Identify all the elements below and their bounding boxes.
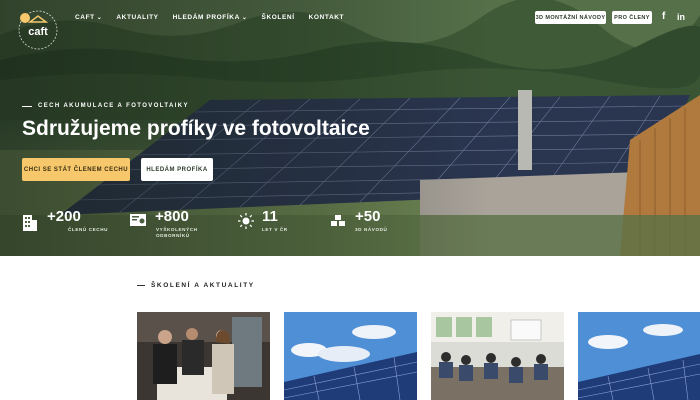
cubes-icon	[331, 215, 345, 226]
linkedin-icon[interactable]: in	[677, 12, 685, 22]
hero-kicker-text: CECH AKUMULACE A FOTOVOLTAIKY	[38, 103, 189, 109]
nav-item-hledam-profika[interactable]: HLEDÁM PROFÍKA ⌄	[173, 14, 248, 21]
news-kicker-text: ŠKOLENÍ A AKTUALITY	[151, 282, 255, 289]
kicker-line	[137, 285, 145, 286]
nav-item-kontakt[interactable]: KONTAKT	[309, 14, 345, 21]
news-card[interactable]	[578, 312, 700, 400]
stat-trained: +800 VYŠKOLENÝCH ODBORNÍKŮ	[130, 208, 210, 242]
kicker-line	[22, 105, 32, 107]
stat-label: ČLENŮ CECHU	[68, 227, 109, 232]
building-icon	[23, 215, 37, 231]
stat-number: +200	[47, 208, 81, 225]
hero-title: Sdružujeme profíky ve fotovoltaice	[22, 117, 370, 140]
solar-panels-sky	[578, 312, 700, 400]
main-nav: CAFT ⌄ AKTUALITY HLEDÁM PROFÍKA ⌄ ŠKOLENÍ …	[75, 14, 344, 21]
caft-logo[interactable]: caft	[16, 8, 60, 52]
nav-label: ŠKOLENÍ	[261, 14, 295, 21]
facebook-icon[interactable]: f	[662, 11, 665, 22]
nav-label: CAFT	[75, 14, 95, 21]
stat-number: +50	[355, 208, 381, 225]
news-section-heading: ŠKOLENÍ A AKTUALITY	[137, 282, 255, 289]
stat-years: 11 LET V ČR	[238, 208, 298, 242]
montazni-navody-button[interactable]: 3D MONTÁŽNÍ NÁVODY	[535, 11, 606, 24]
news-card[interactable]	[284, 312, 417, 400]
nav-label: AKTUALITY	[116, 14, 159, 21]
chevron-down-icon: ⌄	[96, 15, 103, 21]
news-card[interactable]	[137, 312, 270, 400]
stat-members: +200 ČLENŮ CECHU	[22, 208, 107, 242]
stat-label: 3D NÁVODŮ	[355, 227, 388, 232]
become-member-button[interactable]: CHCI SE STÁT ČLENEM CECHU	[22, 158, 130, 181]
nav-item-aktuality[interactable]: AKTUALITY	[116, 14, 158, 21]
stat-guides: +50 3D NÁVODŮ	[330, 208, 400, 242]
stat-label-line: ODBORNÍKŮ	[156, 233, 190, 238]
training-photo	[137, 312, 270, 400]
stat-number: +800	[155, 208, 189, 225]
hero-kicker: CECH AKUMULACE A FOTOVOLTAIKY	[22, 103, 189, 109]
nav-label: KONTAKT	[308, 14, 345, 21]
chevron-down-icon: ⌄	[241, 15, 248, 21]
nav-item-caft[interactable]: CAFT ⌄	[75, 14, 102, 21]
certificate-icon	[130, 214, 146, 226]
pro-cleny-button[interactable]: PRO ČLENY	[612, 11, 652, 24]
nav-item-skoleni[interactable]: ŠKOLENÍ	[262, 14, 295, 21]
logo-text: caft	[28, 26, 48, 38]
find-pro-button[interactable]: HLEDÁM PROFÍKA	[141, 158, 213, 181]
nav-label: HLEDÁM PROFÍKA	[172, 14, 240, 21]
solar-panels-sky	[284, 312, 417, 400]
stat-label: VYŠKOLENÝCH ODBORNÍKŮ	[156, 227, 198, 239]
stat-number: 11	[262, 208, 278, 225]
sun-icon	[238, 213, 254, 229]
news-card[interactable]	[431, 312, 564, 400]
stat-label: LET V ČR	[262, 227, 288, 232]
classroom-photo	[431, 312, 564, 400]
